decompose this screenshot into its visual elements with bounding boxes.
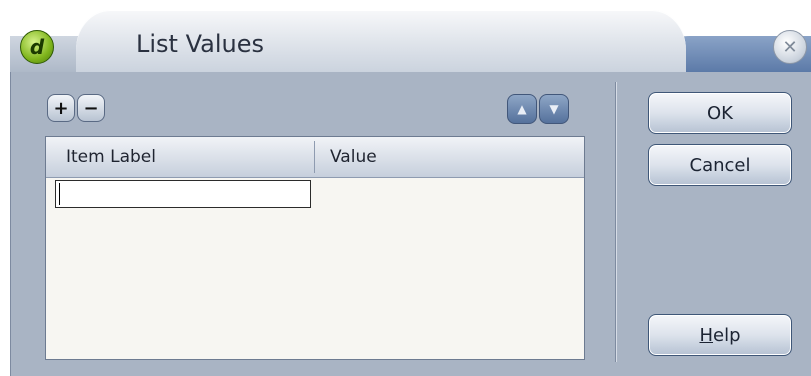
ok-button-label: OK bbox=[707, 102, 733, 124]
column-header-value[interactable]: Value bbox=[330, 137, 377, 177]
close-icon[interactable]: ✕ bbox=[773, 30, 807, 64]
grid-header: Item Label Value bbox=[46, 137, 584, 178]
move-down-button[interactable]: ▼ bbox=[539, 94, 569, 124]
minus-icon: − bbox=[83, 97, 99, 119]
column-separator[interactable] bbox=[314, 141, 315, 173]
dialog-body: + − ▲ ▼ Item Label Value OK Cancel Help bbox=[10, 72, 811, 376]
arrow-up-icon: ▲ bbox=[517, 102, 527, 116]
title-bar: d List Values ✕ bbox=[10, 10, 811, 72]
add-item-button[interactable]: + bbox=[47, 94, 75, 122]
vertical-divider-highlight bbox=[616, 82, 617, 362]
list-values-dialog: d List Values ✕ + − ▲ ▼ Item Label Value bbox=[0, 0, 811, 376]
ok-button[interactable]: OK bbox=[648, 92, 792, 134]
cancel-button[interactable]: Cancel bbox=[648, 144, 792, 186]
list-values-grid[interactable]: Item Label Value bbox=[45, 136, 585, 360]
cancel-button-label: Cancel bbox=[689, 154, 751, 176]
item-label-edit-field[interactable] bbox=[55, 180, 311, 208]
arrow-down-icon: ▼ bbox=[549, 102, 559, 116]
app-logo-icon: d bbox=[20, 30, 54, 64]
column-header-item-label[interactable]: Item Label bbox=[66, 137, 156, 177]
text-caret bbox=[59, 183, 60, 205]
dialog-title: List Values bbox=[136, 30, 264, 58]
help-button-label: Help bbox=[699, 324, 741, 346]
plus-icon: + bbox=[53, 97, 69, 119]
help-button[interactable]: Help bbox=[648, 314, 792, 356]
move-up-button[interactable]: ▲ bbox=[507, 94, 537, 124]
remove-item-button[interactable]: − bbox=[77, 94, 105, 122]
